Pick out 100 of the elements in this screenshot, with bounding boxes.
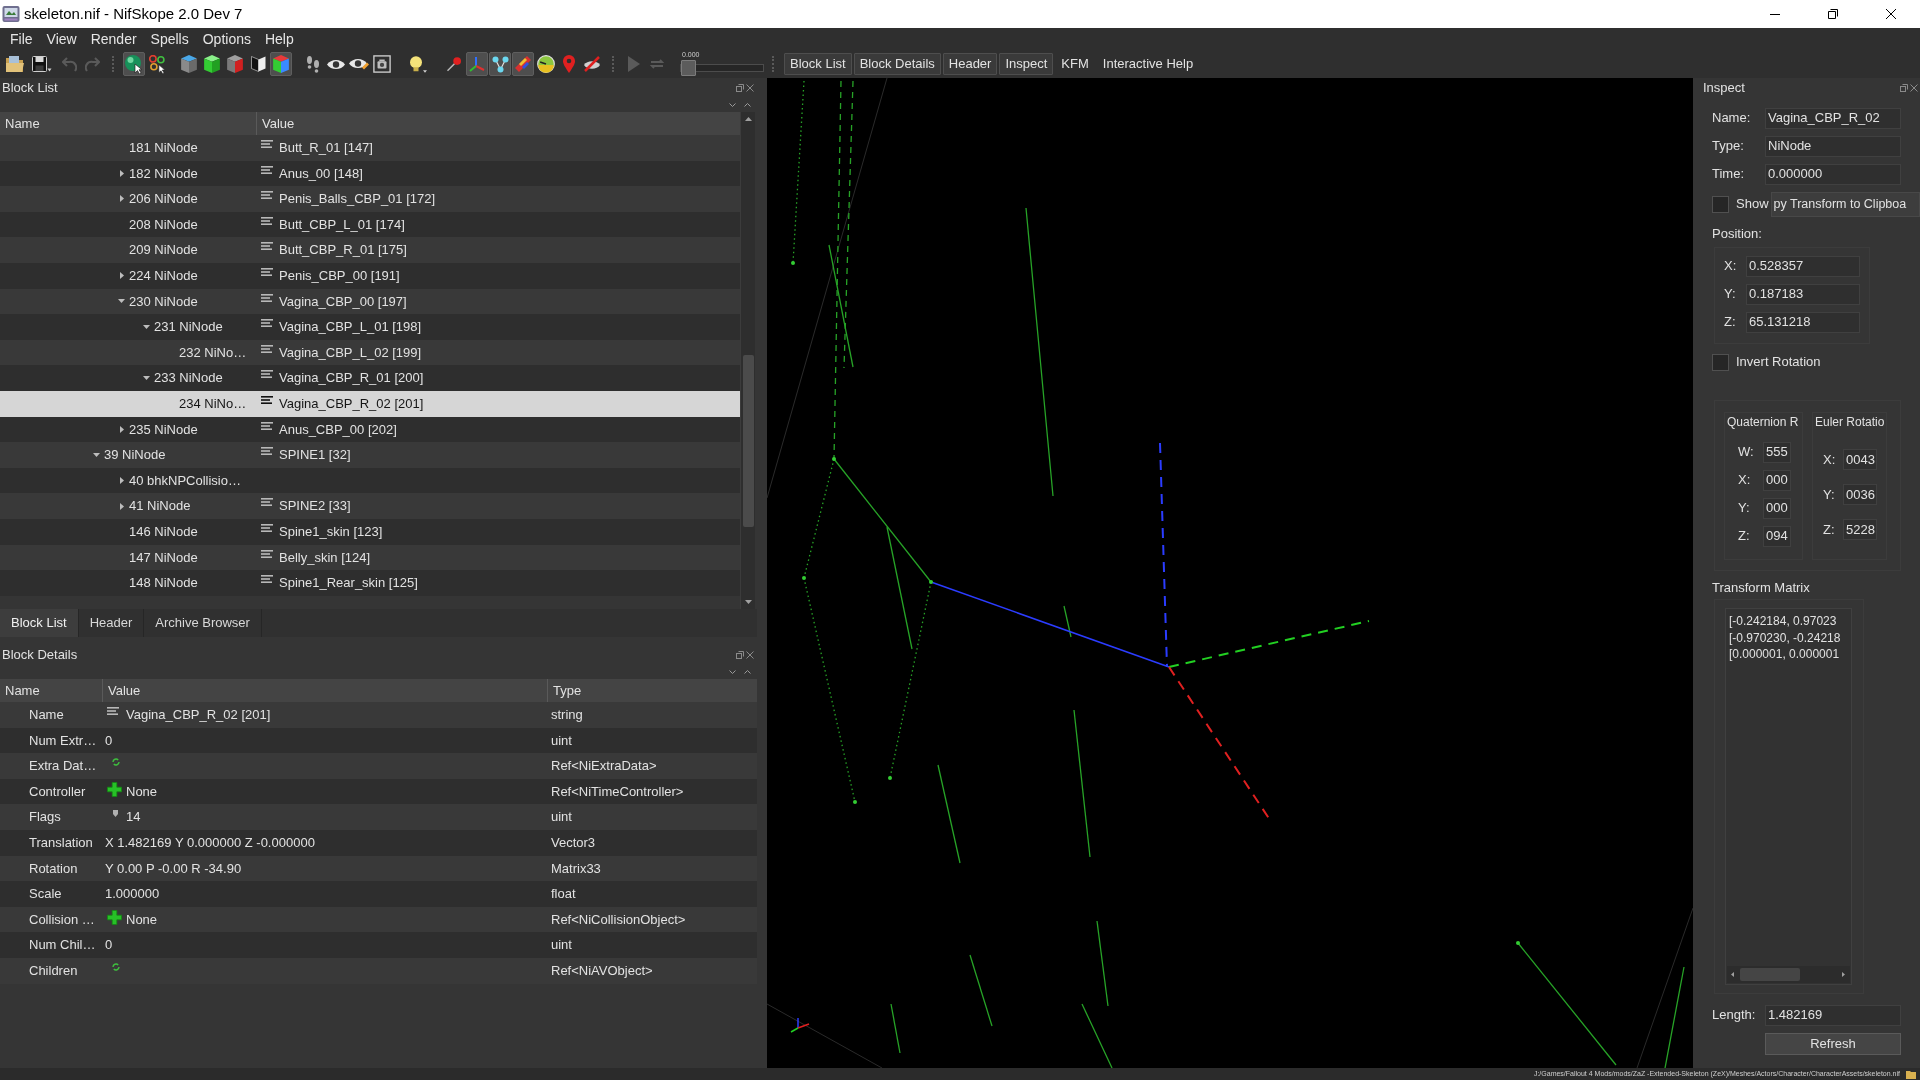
scrollbar-thumb[interactable] [1740, 968, 1800, 981]
value-field[interactable]: 094 [1763, 525, 1791, 547]
value-field[interactable]: 65.131218 [1746, 311, 1860, 333]
tree-row[interactable]: 232 NiNo… Vagina_CBP_L_02 [199] [0, 339, 740, 366]
float-icon[interactable] [736, 651, 744, 659]
details-row[interactable]: Num Extr… 0 uint [0, 727, 757, 754]
toolbar-button[interactable] [123, 52, 145, 76]
caret-right-icon[interactable] [119, 195, 124, 203]
toolbar-button[interactable] [146, 52, 168, 76]
tree-row[interactable]: 39 NiNode SPINE1 [32] [0, 442, 740, 468]
details-row[interactable]: Extra Dat… Ref<NiExtraData> [0, 753, 757, 779]
menu-item[interactable]: File [3, 28, 40, 50]
tree-row[interactable]: 40 bhkNPCollisio… [0, 467, 740, 494]
value-field[interactable]: 0.528357 [1746, 255, 1860, 277]
details-row[interactable]: Name Vagina_CBP_R_02 [201] string [0, 702, 757, 728]
dock-toggle-button[interactable]: Inspect [999, 53, 1054, 75]
menu-item[interactable]: Options [195, 28, 258, 50]
caret-right-icon[interactable] [119, 272, 124, 280]
caret-down-icon[interactable] [93, 452, 100, 457]
toolbar-button[interactable] [201, 52, 223, 76]
close-icon[interactable] [746, 651, 754, 659]
caret-up-icon[interactable] [744, 117, 752, 121]
caret-right-icon[interactable] [119, 425, 124, 433]
checkbox[interactable] [1712, 195, 1729, 213]
value-field[interactable]: 000 [1763, 469, 1791, 491]
value-field[interactable]: 5228 [1843, 519, 1877, 540]
value-field[interactable]: 555 [1763, 441, 1791, 463]
menu-item[interactable]: View [39, 28, 84, 50]
value-field[interactable]: 0043 [1843, 449, 1877, 470]
float-icon[interactable] [736, 84, 744, 92]
plus-icon[interactable] [107, 909, 122, 925]
dock-toggle-button[interactable]: Block Details [853, 53, 941, 75]
value-field[interactable]: 0036 [1843, 484, 1877, 505]
copy-transform-button[interactable]: py Transform to Clipboa [1770, 191, 1920, 217]
column-header[interactable]: Value [108, 680, 141, 701]
column-header[interactable]: Value [262, 113, 295, 134]
column-header[interactable]: Name [5, 680, 40, 701]
cycle-icon[interactable] [111, 962, 120, 971]
checkbox[interactable] [1712, 353, 1729, 371]
plus-icon[interactable] [107, 781, 122, 797]
tree-row[interactable]: 230 NiNode Vagina_CBP_00 [197] [0, 288, 740, 315]
value-field[interactable]: NiNode [1765, 135, 1901, 157]
menu-item[interactable]: Help [257, 28, 301, 50]
tree-row[interactable]: 147 NiNode Belly_skin [124] [0, 544, 740, 571]
tree-row[interactable]: 233 NiNode Vagina_CBP_R_01 [200] [0, 365, 740, 391]
chevron-up-icon[interactable] [744, 670, 751, 674]
value-field[interactable]: 0.187183 [1746, 283, 1860, 305]
vertical-scrollbar[interactable] [740, 112, 755, 609]
chevron-down-icon[interactable] [729, 670, 736, 674]
tree-row[interactable]: 208 NiNode Butt_CBP_L_01 [174] [0, 211, 740, 238]
tree-row[interactable]: 234 NiNo… Vagina_CBP_R_02 [201] [0, 390, 740, 417]
caret-right-icon[interactable] [119, 477, 124, 484]
dock-toggle-button[interactable]: KFM [1055, 53, 1095, 75]
value-field[interactable]: 0.000000 [1765, 163, 1901, 185]
details-row[interactable]: Translation X 1.482169 Y 0.000000 Z -0.000000 Vector3 [0, 829, 757, 856]
value-field[interactable]: 1.482169 [1765, 1004, 1901, 1026]
tree-row[interactable]: 146 NiNode Spine1_skin [123] [0, 518, 740, 545]
details-row[interactable]: Scale 1.000000 float [0, 881, 757, 907]
caret-left-icon[interactable] [1731, 972, 1734, 977]
column-header[interactable]: Name [5, 113, 40, 134]
details-row[interactable]: Rotation Y 0.00 P -0.00 R -34.90 Matrix33 [0, 855, 757, 882]
tree-row[interactable]: 235 NiNode Anus_CBP_00 [202] [0, 416, 740, 443]
tree-row[interactable]: 41 NiNode SPINE2 [33] [0, 493, 740, 519]
tree-row[interactable]: 231 NiNode Vagina_CBP_L_01 [198] [0, 314, 740, 340]
horizontal-scrollbar[interactable] [1727, 966, 1850, 983]
details-row[interactable]: Children Ref<NiAVObject> [0, 957, 757, 984]
value-field[interactable]: 000 [1763, 497, 1791, 519]
caret-down-icon[interactable] [118, 299, 125, 304]
refresh-button[interactable]: Refresh [1765, 1033, 1901, 1055]
slider-handle[interactable] [681, 60, 696, 76]
caret-right-icon[interactable] [119, 169, 124, 177]
dock-toggle-button[interactable]: Header [942, 53, 998, 75]
dock-toggle-button[interactable]: Interactive Help [1096, 53, 1200, 75]
float-icon[interactable] [1900, 84, 1908, 92]
tree-row[interactable]: 181 NiNode Butt_R_01 [147] [0, 135, 740, 161]
scrollbar-thumb[interactable] [742, 355, 754, 527]
menu-item[interactable]: Render [83, 28, 144, 50]
column-header[interactable]: Type [553, 680, 582, 701]
menu-item[interactable]: Spells [143, 28, 196, 50]
chevron-up-icon[interactable] [744, 103, 751, 107]
tree-row[interactable]: 148 NiNode Spine1_Rear_skin [125] [0, 570, 740, 596]
details-row[interactable]: Collision … None Ref<NiCollisionObject> [0, 906, 757, 933]
dock-toggle-button[interactable]: Block List [784, 53, 852, 75]
caret-down-icon[interactable] [143, 324, 150, 329]
value-field[interactable]: Vagina_CBP_R_02 [1765, 107, 1901, 129]
tree-row[interactable]: 209 NiNode Butt_CBP_R_01 [175] [0, 237, 740, 263]
matrix-text-area[interactable]: [-0.242184, 0.97023 [-0.970230, -0.24218 [0.000001, 0.000001 [1725, 608, 1852, 985]
caret-down-icon[interactable] [143, 376, 150, 381]
tree-row[interactable]: 182 NiNode Anus_00 [148] [0, 160, 740, 187]
close-icon[interactable] [1910, 84, 1918, 92]
tree-row[interactable]: 206 NiNode Penis_Balls_CBP_01 [172] [0, 186, 740, 212]
close-icon[interactable] [746, 84, 754, 92]
details-row[interactable]: Flags 14 uint [0, 804, 757, 830]
toolbar-button[interactable] [371, 52, 393, 76]
dock-tab[interactable]: Block List [0, 609, 79, 637]
caret-right-icon[interactable] [1842, 972, 1845, 977]
details-row[interactable]: Controller None Ref<NiTimeController> [0, 778, 757, 805]
chevron-down-icon[interactable] [729, 103, 736, 107]
details-row[interactable]: Num Chil… 0 uint [0, 932, 757, 958]
caret-down-icon[interactable] [744, 600, 752, 604]
